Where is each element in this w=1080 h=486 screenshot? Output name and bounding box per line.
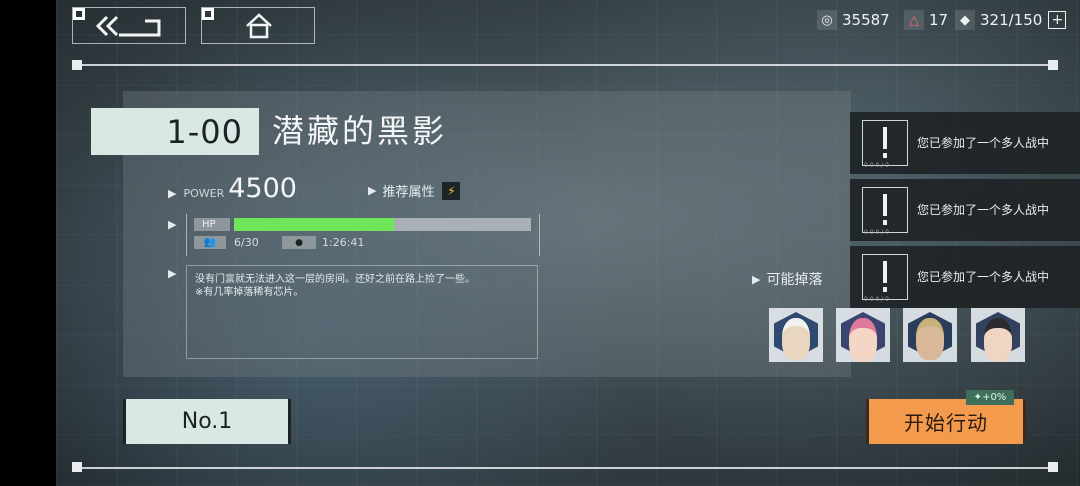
- avatar-old-sage[interactable]: [769, 308, 823, 362]
- stage-id: 1-00: [91, 108, 259, 155]
- warning-value: 17: [929, 11, 949, 29]
- description-line: 没有门禀就无法进入这一层的房间。还好之前在路上捡了一些。: [195, 274, 475, 285]
- bonus-badge: ✦+0%: [966, 390, 1014, 405]
- timer-value: 1:26:41: [322, 236, 365, 249]
- notification-text: 您已参加了一个多人战中: [917, 270, 1050, 284]
- add-stamina-button[interactable]: +: [1048, 11, 1067, 29]
- bonus-value: +0%: [982, 392, 1007, 403]
- resource-warning: △ 17: [904, 9, 948, 31]
- description-text: 没有门禀就无法进入这一层的房间。还好之前在路上捡了一些。 ※有几率掉落稀有芯片。: [195, 273, 475, 299]
- bonus-icon: ✦: [973, 392, 983, 403]
- frame-corner: [1048, 60, 1058, 70]
- home-button[interactable]: [201, 7, 315, 44]
- bottom-divider: [77, 467, 1054, 469]
- stamina-value: 321/150: [980, 11, 1043, 29]
- notification-sub: 0 0 0 / 0: [864, 296, 889, 303]
- players-count: 6/30: [234, 236, 259, 249]
- start-action-button[interactable]: 开始行动: [866, 399, 1026, 444]
- back-button[interactable]: [72, 7, 186, 44]
- stage-stats-row: 👥 6/30 ● 1:26:41: [194, 236, 364, 249]
- avatar-armored-soldier[interactable]: [903, 308, 957, 362]
- hp-bar: [234, 218, 531, 231]
- bullet-icon: ▶: [168, 267, 177, 280]
- lightning-icon: ⚡: [442, 181, 461, 200]
- left-black-bar: [0, 0, 56, 486]
- alert-icon: [862, 187, 908, 233]
- resource-gems: ◎ 35587: [817, 9, 890, 31]
- bullet-icon: ▶: [368, 184, 377, 197]
- hp-bar-fill: [234, 218, 395, 231]
- back-arrow-icon: [95, 15, 161, 37]
- bullet-icon: ▶: [168, 218, 177, 231]
- alert-icon: [862, 120, 908, 166]
- description-line: ※有几率掉落稀有芯片。: [195, 287, 304, 298]
- alert-icon: [862, 254, 908, 300]
- drops-label: 可能掉落: [766, 272, 823, 288]
- hp-label: HP: [194, 218, 230, 231]
- stage-title: 潜藏的黑影: [272, 112, 448, 150]
- multiplayer-notification[interactable]: 0 0 0 / 0 您已参加了一个多人战中: [850, 179, 1080, 241]
- avatar-dark-hair[interactable]: [971, 308, 1025, 362]
- resource-stamina: ◆ 321/150 +: [955, 9, 1067, 31]
- recommended-attribute-row: ▶ 推荐属性 ⚡: [368, 181, 461, 200]
- avatar-pink-hair[interactable]: [836, 308, 890, 362]
- gems-value: 35587: [842, 11, 890, 29]
- notification-sub: 0 0 0 / 0: [864, 162, 889, 169]
- power-value: 4500: [228, 173, 297, 204]
- warning-triangle-icon: △: [904, 10, 924, 30]
- power-label: POWER: [183, 187, 225, 200]
- notification-text: 您已参加了一个多人战中: [917, 136, 1050, 150]
- drops-header: ▶ 可能掉落: [752, 269, 822, 289]
- recommended-label: 推荐属性: [382, 185, 435, 200]
- notification-text: 您已参加了一个多人战中: [917, 203, 1050, 217]
- bullet-icon: ▶: [168, 187, 177, 200]
- notification-sub: 0 0 0 / 0: [864, 229, 889, 236]
- stamina-icon: ◆: [955, 10, 975, 30]
- rank-button[interactable]: No.1: [123, 399, 291, 444]
- frame-corner: [1048, 462, 1058, 472]
- multiplayer-notification[interactable]: 0 0 0 / 0 您已参加了一个多人战中: [850, 112, 1080, 174]
- gem-icon: ◎: [817, 10, 837, 30]
- players-icon: 👥: [194, 236, 226, 249]
- bullet-icon: ▶: [752, 272, 761, 286]
- top-divider: [77, 64, 1054, 66]
- timer-icon: ●: [282, 236, 316, 249]
- power-row: ▶ POWER 4500: [168, 173, 297, 204]
- home-icon: [246, 13, 272, 39]
- multiplayer-notification[interactable]: 0 0 0 / 0 您已参加了一个多人战中: [850, 246, 1080, 308]
